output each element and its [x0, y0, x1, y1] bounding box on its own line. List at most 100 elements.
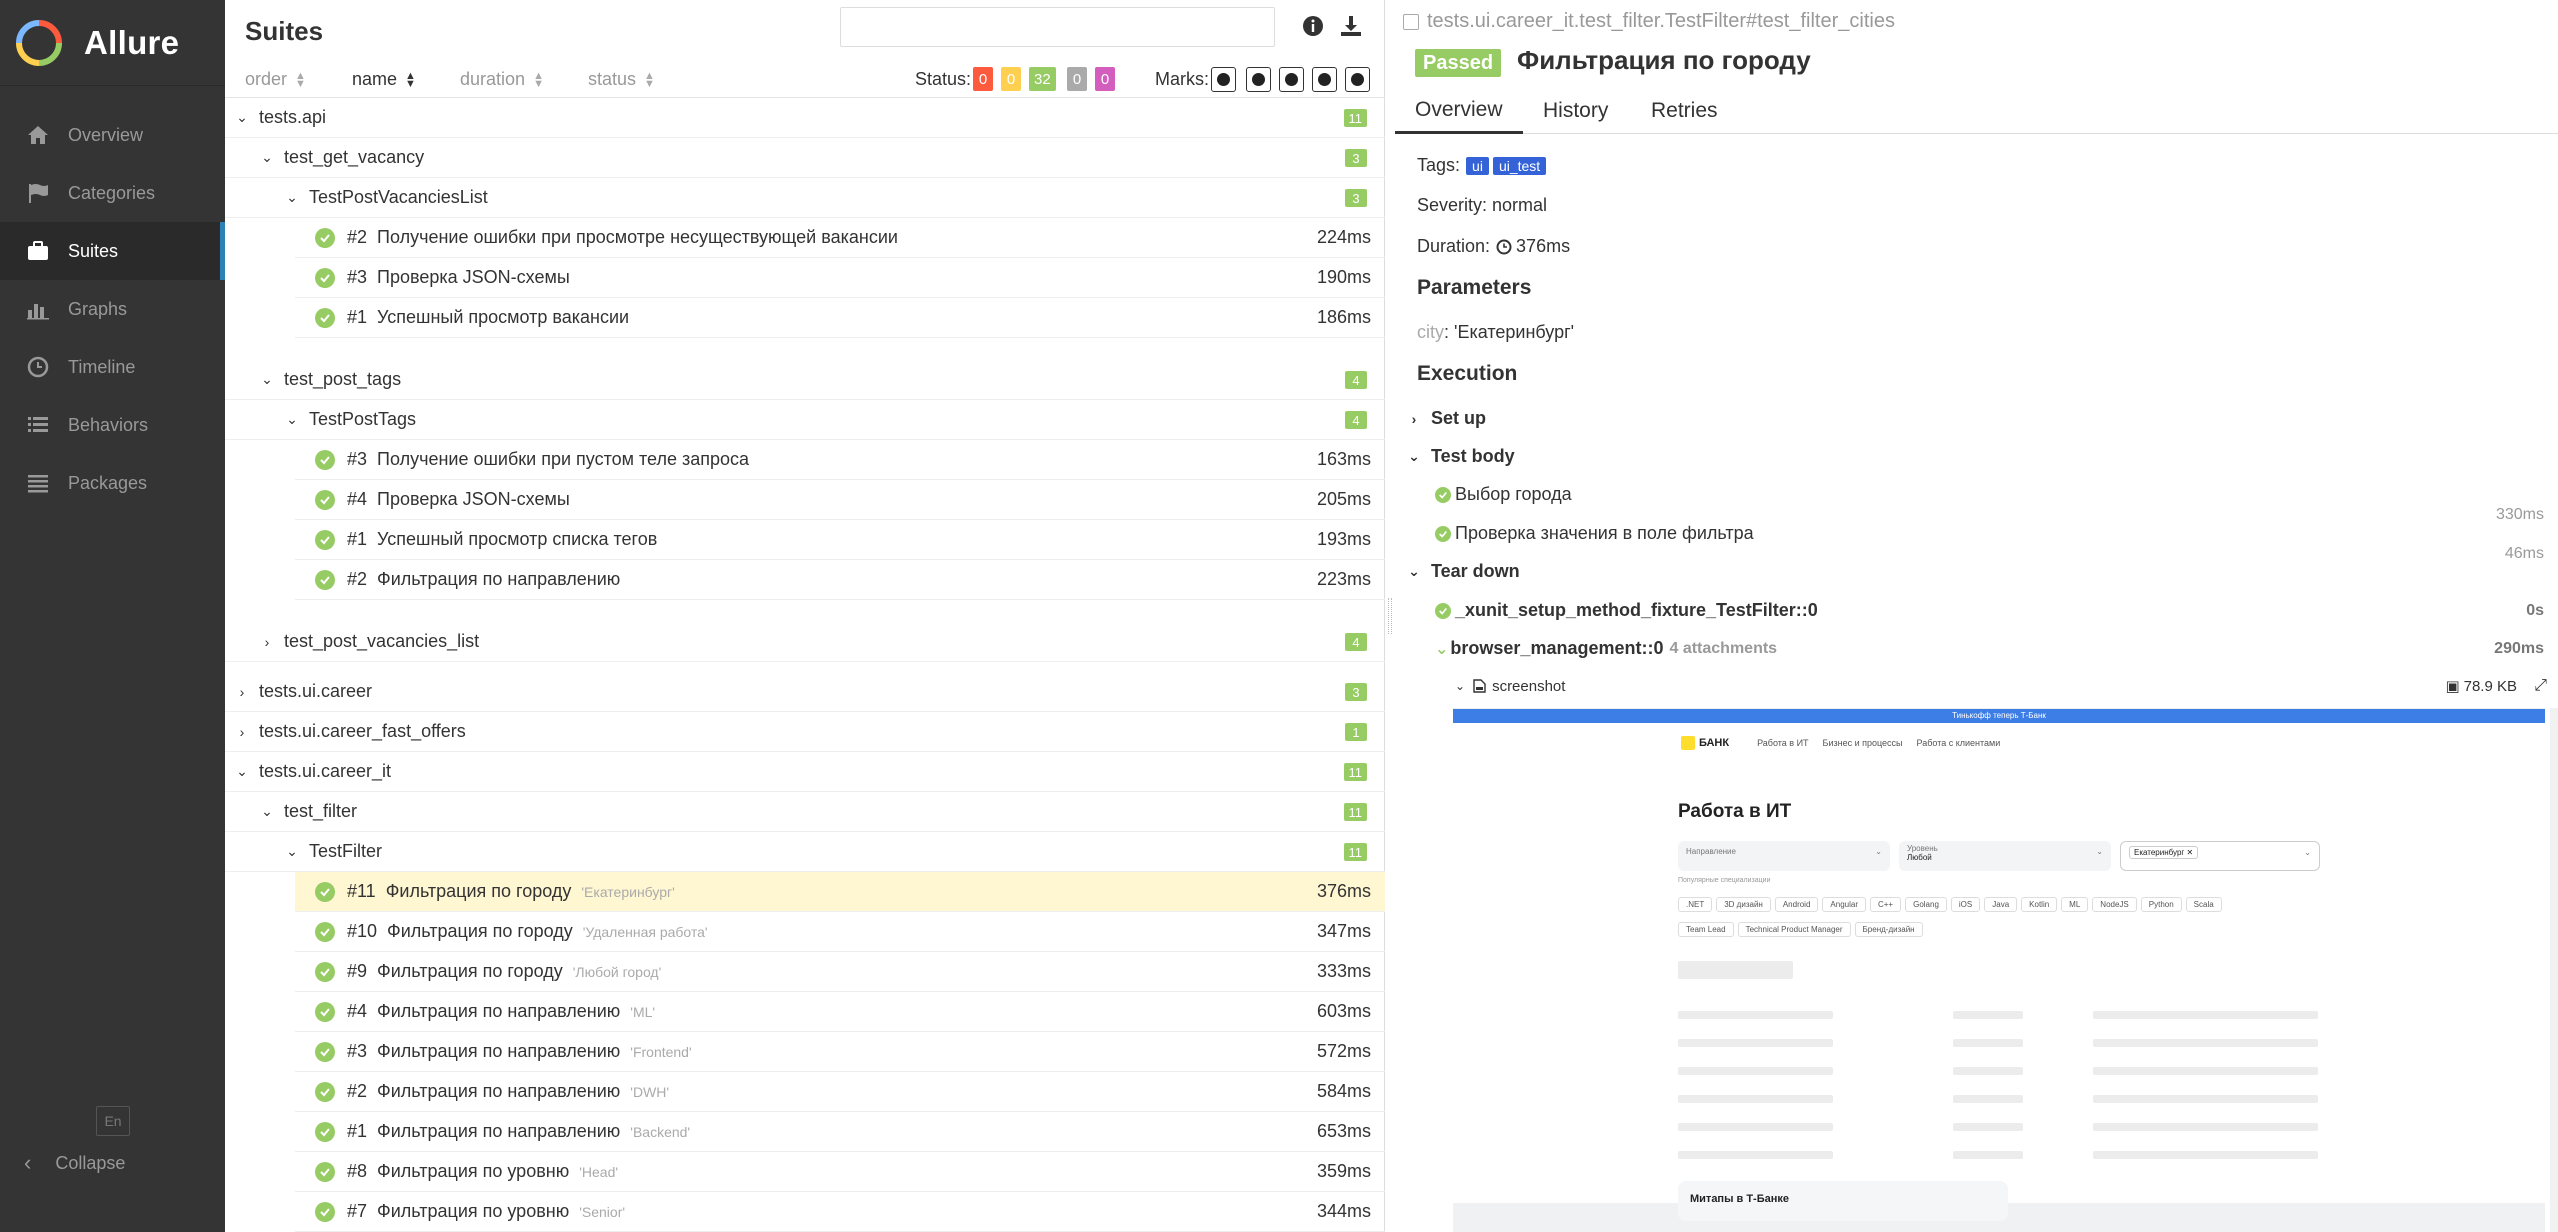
preview-scrollbar[interactable]: [2550, 708, 2558, 1232]
collapse-button[interactable]: ‹ Collapse: [24, 1150, 125, 1176]
suite-group-row[interactable]: ⌄ TestPostVacanciesList 3: [225, 178, 1385, 218]
check-circle-icon: [315, 961, 335, 982]
sidebar-item-graphs[interactable]: Graphs: [0, 280, 225, 338]
clock-icon: [1496, 239, 1512, 255]
chevron-down-icon: ⌄: [1408, 448, 1420, 464]
new-broken-mark-button[interactable]: [1312, 67, 1337, 92]
bomb-icon: [1217, 73, 1230, 86]
suite-group-row[interactable]: ⌄ TestPostTags 4: [225, 400, 1385, 440]
suite-group-row[interactable]: ⌄ tests.api 11: [225, 98, 1385, 138]
sidebar-item-overview[interactable]: Overview: [0, 106, 225, 164]
app-logo[interactable]: Allure: [0, 0, 225, 86]
sort-duration[interactable]: duration ▲ ▼: [460, 69, 544, 90]
check-circle-icon: [315, 1201, 335, 1222]
test-name: Получение ошибки при пустом теле запроса: [377, 449, 750, 469]
step-row[interactable]: Проверка значения в поле фильтра 46ms: [1435, 523, 2552, 562]
retries-mark-button[interactable]: [1345, 67, 1370, 92]
test-case-row[interactable]: #3 Проверка JSON-схемы 190ms: [295, 258, 1385, 298]
teardown-section[interactable]: ⌄ Tear down: [1407, 561, 2552, 582]
sidebar-item-timeline[interactable]: Timeline: [0, 338, 225, 396]
status-unknown-toggle[interactable]: 0: [1095, 67, 1115, 91]
suite-group-row[interactable]: ⌄ tests.ui.career_it 11: [225, 752, 1385, 792]
check-circle-icon: [315, 267, 335, 288]
status-skipped-toggle[interactable]: 0: [1067, 67, 1087, 91]
test-case-row[interactable]: #4 Проверка JSON-схемы 205ms: [295, 480, 1385, 520]
check-circle-icon: [315, 1041, 335, 1062]
test-order: #3: [347, 267, 368, 287]
sidebar-item-behaviors[interactable]: Behaviors: [0, 396, 225, 454]
sort-name[interactable]: name ▲ ▼: [352, 69, 416, 90]
step-row[interactable]: Выбор города 330ms: [1435, 484, 2552, 523]
attachment-row[interactable]: ⌄ screenshot ▣ 78.9 KB ⤢: [1455, 674, 2547, 698]
suite-group-row[interactable]: ⌄ test_get_vacancy 3: [225, 138, 1385, 178]
flaky-mark-button[interactable]: [1211, 67, 1236, 92]
new-failed-mark-button[interactable]: [1246, 67, 1271, 92]
preview-logo: БАНК: [1681, 736, 1743, 750]
suite-group-row[interactable]: › tests.ui.career 3: [225, 672, 1385, 712]
pane-splitter[interactable]: [1385, 0, 1395, 1232]
suite-group-row[interactable]: ⌄ test_post_tags 4: [225, 360, 1385, 400]
copy-icon[interactable]: [1403, 13, 1419, 30]
test-name: Фильтрация по направлению: [377, 1001, 621, 1021]
info-icon[interactable]: [1301, 14, 1325, 38]
tab-retries[interactable]: Retries: [1631, 88, 1738, 134]
test-case-row[interactable]: #8 Фильтрация по уровню 'Head' 359ms: [295, 1152, 1385, 1192]
check-circle-icon: [315, 921, 335, 942]
parameters-title: Parameters: [1417, 276, 1532, 299]
sort-status[interactable]: status ▲ ▼: [588, 69, 655, 90]
search-input[interactable]: [840, 7, 1275, 47]
suite-name: tests.ui.career_it: [259, 761, 392, 781]
download-icon[interactable]: [1339, 14, 1363, 38]
test-case-row[interactable]: #2 Фильтрация по направлению 'DWH' 584ms: [295, 1072, 1385, 1112]
tab-overview[interactable]: Overview: [1395, 88, 1523, 134]
setup-section[interactable]: › Set up: [1407, 408, 2552, 429]
preview-city-chip: Екатеринбург ✕: [2129, 846, 2199, 859]
status-passed-toggle[interactable]: 32: [1029, 67, 1056, 91]
suite-group-row[interactable]: ⌄ TestFilter 11: [225, 832, 1385, 872]
test-case-row[interactable]: #1 Успешный просмотр списка тегов 193ms: [295, 520, 1385, 560]
suite-group-row[interactable]: › tests.ui.career_fast_offers 1: [225, 712, 1385, 752]
fixture-row[interactable]: _xunit_setup_method_fixture_TestFilter::…: [1435, 600, 2552, 621]
chevron-right-icon: ›: [264, 633, 270, 650]
check-circle-icon: [315, 307, 335, 328]
test-case-row[interactable]: #3 Фильтрация по направлению 'Frontend' 572…: [295, 1032, 1385, 1072]
sidebar-item-label: Behaviors: [68, 414, 149, 435]
test-order: #2: [347, 1081, 368, 1101]
test-parameter: 'Екатеринбург': [581, 883, 675, 900]
test-case-row[interactable]: #1 Фильтрация по направлению 'Backend' 653m…: [295, 1112, 1385, 1152]
fixture-row[interactable]: ⌄ browser_management::0 4 attachments 29…: [1435, 638, 2552, 659]
status-failed-toggle[interactable]: 0: [973, 67, 993, 91]
test-case-row[interactable]: #1 Успешный просмотр вакансии 186ms: [295, 298, 1385, 338]
suite-group-row[interactable]: › test_post_vacancies_list 4: [225, 622, 1385, 662]
check-circle-icon: [1285, 73, 1298, 86]
attachment-size-value: 78.9 KB: [2463, 678, 2517, 695]
status-broken-toggle[interactable]: 0: [1001, 67, 1021, 91]
preview-chip: .NET: [1678, 897, 1713, 912]
tab-history[interactable]: History: [1523, 88, 1628, 134]
test-duration: 186ms: [1316, 307, 1371, 327]
preview-heading: Работа в ИТ: [1678, 801, 1792, 822]
sidebar-item-suites[interactable]: Suites: [0, 222, 225, 280]
sidebar-item-label: Categories: [68, 182, 156, 203]
preview-skeleton: [1678, 1095, 1833, 1103]
test-case-row[interactable]: #2 Фильтрация по направлению 223ms: [295, 560, 1385, 600]
expand-icon[interactable]: ⤢: [2534, 677, 2547, 695]
new-passed-mark-button[interactable]: [1279, 67, 1304, 92]
test-case-row[interactable]: #10 Фильтрация по городу 'Удаленная работа…: [295, 912, 1385, 952]
sidebar-item-packages[interactable]: Packages: [0, 454, 225, 512]
test-case-row[interactable]: #2 Получение ошибки при просмотре несущес…: [295, 218, 1385, 258]
language-button[interactable]: En: [96, 1106, 130, 1136]
check-circle-icon: [315, 1081, 335, 1102]
sidebar-item-categories[interactable]: Categories: [0, 164, 225, 222]
suite-group-row[interactable]: ⌄ test_filter 11: [225, 792, 1385, 832]
preview-skeleton: [2093, 1095, 2318, 1103]
sort-toolbar: order ▲ ▼ name ▲ ▼ duration ▲ ▼ status ▲ ▼ Statu…: [225, 62, 1385, 98]
test-case-row[interactable]: #11 Фильтрация по городу 'Екатеринбург' 376…: [295, 872, 1385, 912]
test-case-row[interactable]: #9 Фильтрация по городу 'Любой город' 333ms: [295, 952, 1385, 992]
test-case-row[interactable]: #3 Получение ошибки при пустом теле запро…: [295, 440, 1385, 480]
test-case-row[interactable]: #7 Фильтрация по уровню 'Senior' 344ms: [295, 1192, 1385, 1232]
test-case-row[interactable]: #4 Фильтрация по направлению 'ML' 603ms: [295, 992, 1385, 1032]
test-body-section[interactable]: ⌄ Test body: [1407, 446, 2552, 467]
check-circle-icon: [1435, 486, 1451, 503]
sort-order[interactable]: order ▲ ▼: [245, 69, 306, 90]
